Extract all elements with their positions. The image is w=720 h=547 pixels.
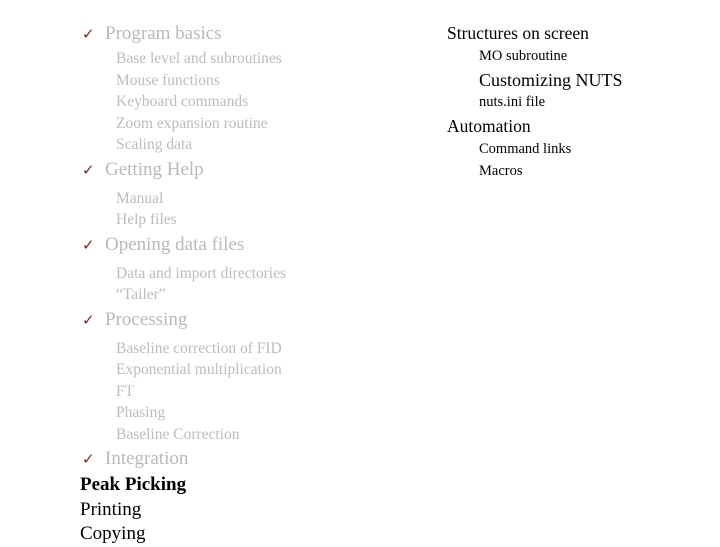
outline-heading-automation[interactable]: Automation <box>445 113 700 139</box>
outline-subitem[interactable]: Zoom expansion routine <box>78 113 408 135</box>
outline-subitem[interactable]: Exponential multiplication <box>78 359 408 381</box>
outline-subitem[interactable]: “Tailer” <box>78 284 408 306</box>
outline-heading-integration[interactable]: ✓ Integration <box>78 445 408 473</box>
slide-canvas: ✓ Program basics Base level and subrouti… <box>0 0 720 544</box>
outline-subitem[interactable]: Keyboard commands <box>78 91 408 113</box>
outline-subitem-macros[interactable]: Macros <box>445 161 700 183</box>
outline-subitem[interactable]: Mouse functions <box>78 70 408 92</box>
outline-heading-processing[interactable]: ✓ Processing <box>78 306 408 334</box>
checkmark-icon: ✓ <box>82 25 95 43</box>
outline-heading-getting-help[interactable]: ✓ Getting Help <box>78 156 408 184</box>
outline-subitem[interactable]: Base level and subroutines <box>78 48 408 70</box>
outline-subitem-command-links[interactable]: Command links <box>445 139 700 161</box>
outline-subitem-mo-subroutine[interactable]: MO subroutine <box>445 46 700 68</box>
outline-item-copying[interactable]: Copying <box>78 522 408 547</box>
outline-subitem-customizing-nuts[interactable]: Customizing NUTS <box>445 68 700 92</box>
outline-item-printing[interactable]: Printing <box>78 498 408 523</box>
outline-subitem[interactable]: Data and import directories <box>78 263 408 285</box>
outline-heading-structures-on-screen[interactable]: Structures on screen <box>445 20 700 46</box>
outline-heading-label: Processing <box>105 308 188 330</box>
outline-subitem[interactable]: Baseline Correction <box>78 424 408 446</box>
outline-subitem[interactable]: FT <box>78 381 408 403</box>
checkmark-icon: ✓ <box>82 160 95 179</box>
outline-item-peak-picking[interactable]: Peak Picking <box>78 473 408 498</box>
outline-heading-label: Getting Help <box>105 158 204 180</box>
outline-heading-program-basics[interactable]: ✓ Program basics <box>78 20 408 48</box>
outline-subitem[interactable]: Manual <box>78 188 408 210</box>
checkmark-icon: ✓ <box>82 235 95 254</box>
outline-subitem-nuts-ini-file[interactable]: nuts.ini file <box>445 92 700 114</box>
outline-heading-label: Program basics <box>105 23 222 44</box>
outline-subitem[interactable]: Help files <box>78 209 408 231</box>
outline-subitem[interactable]: Baseline correction of FID <box>78 338 408 360</box>
outline-subitem[interactable]: Phasing <box>78 402 408 424</box>
outline-subitem[interactable]: Scaling data <box>78 134 408 156</box>
outline-heading-opening-data-files[interactable]: ✓ Opening data files <box>78 231 408 259</box>
outline-heading-label: Integration <box>105 448 189 469</box>
left-outline-column: ✓ Program basics Base level and subrouti… <box>78 20 408 547</box>
checkmark-icon: ✓ <box>82 310 95 329</box>
right-outline-column: Structures on screen MO subroutine Custo… <box>445 20 700 182</box>
outline-heading-label: Opening data files <box>105 233 245 255</box>
checkmark-icon: ✓ <box>82 450 95 468</box>
